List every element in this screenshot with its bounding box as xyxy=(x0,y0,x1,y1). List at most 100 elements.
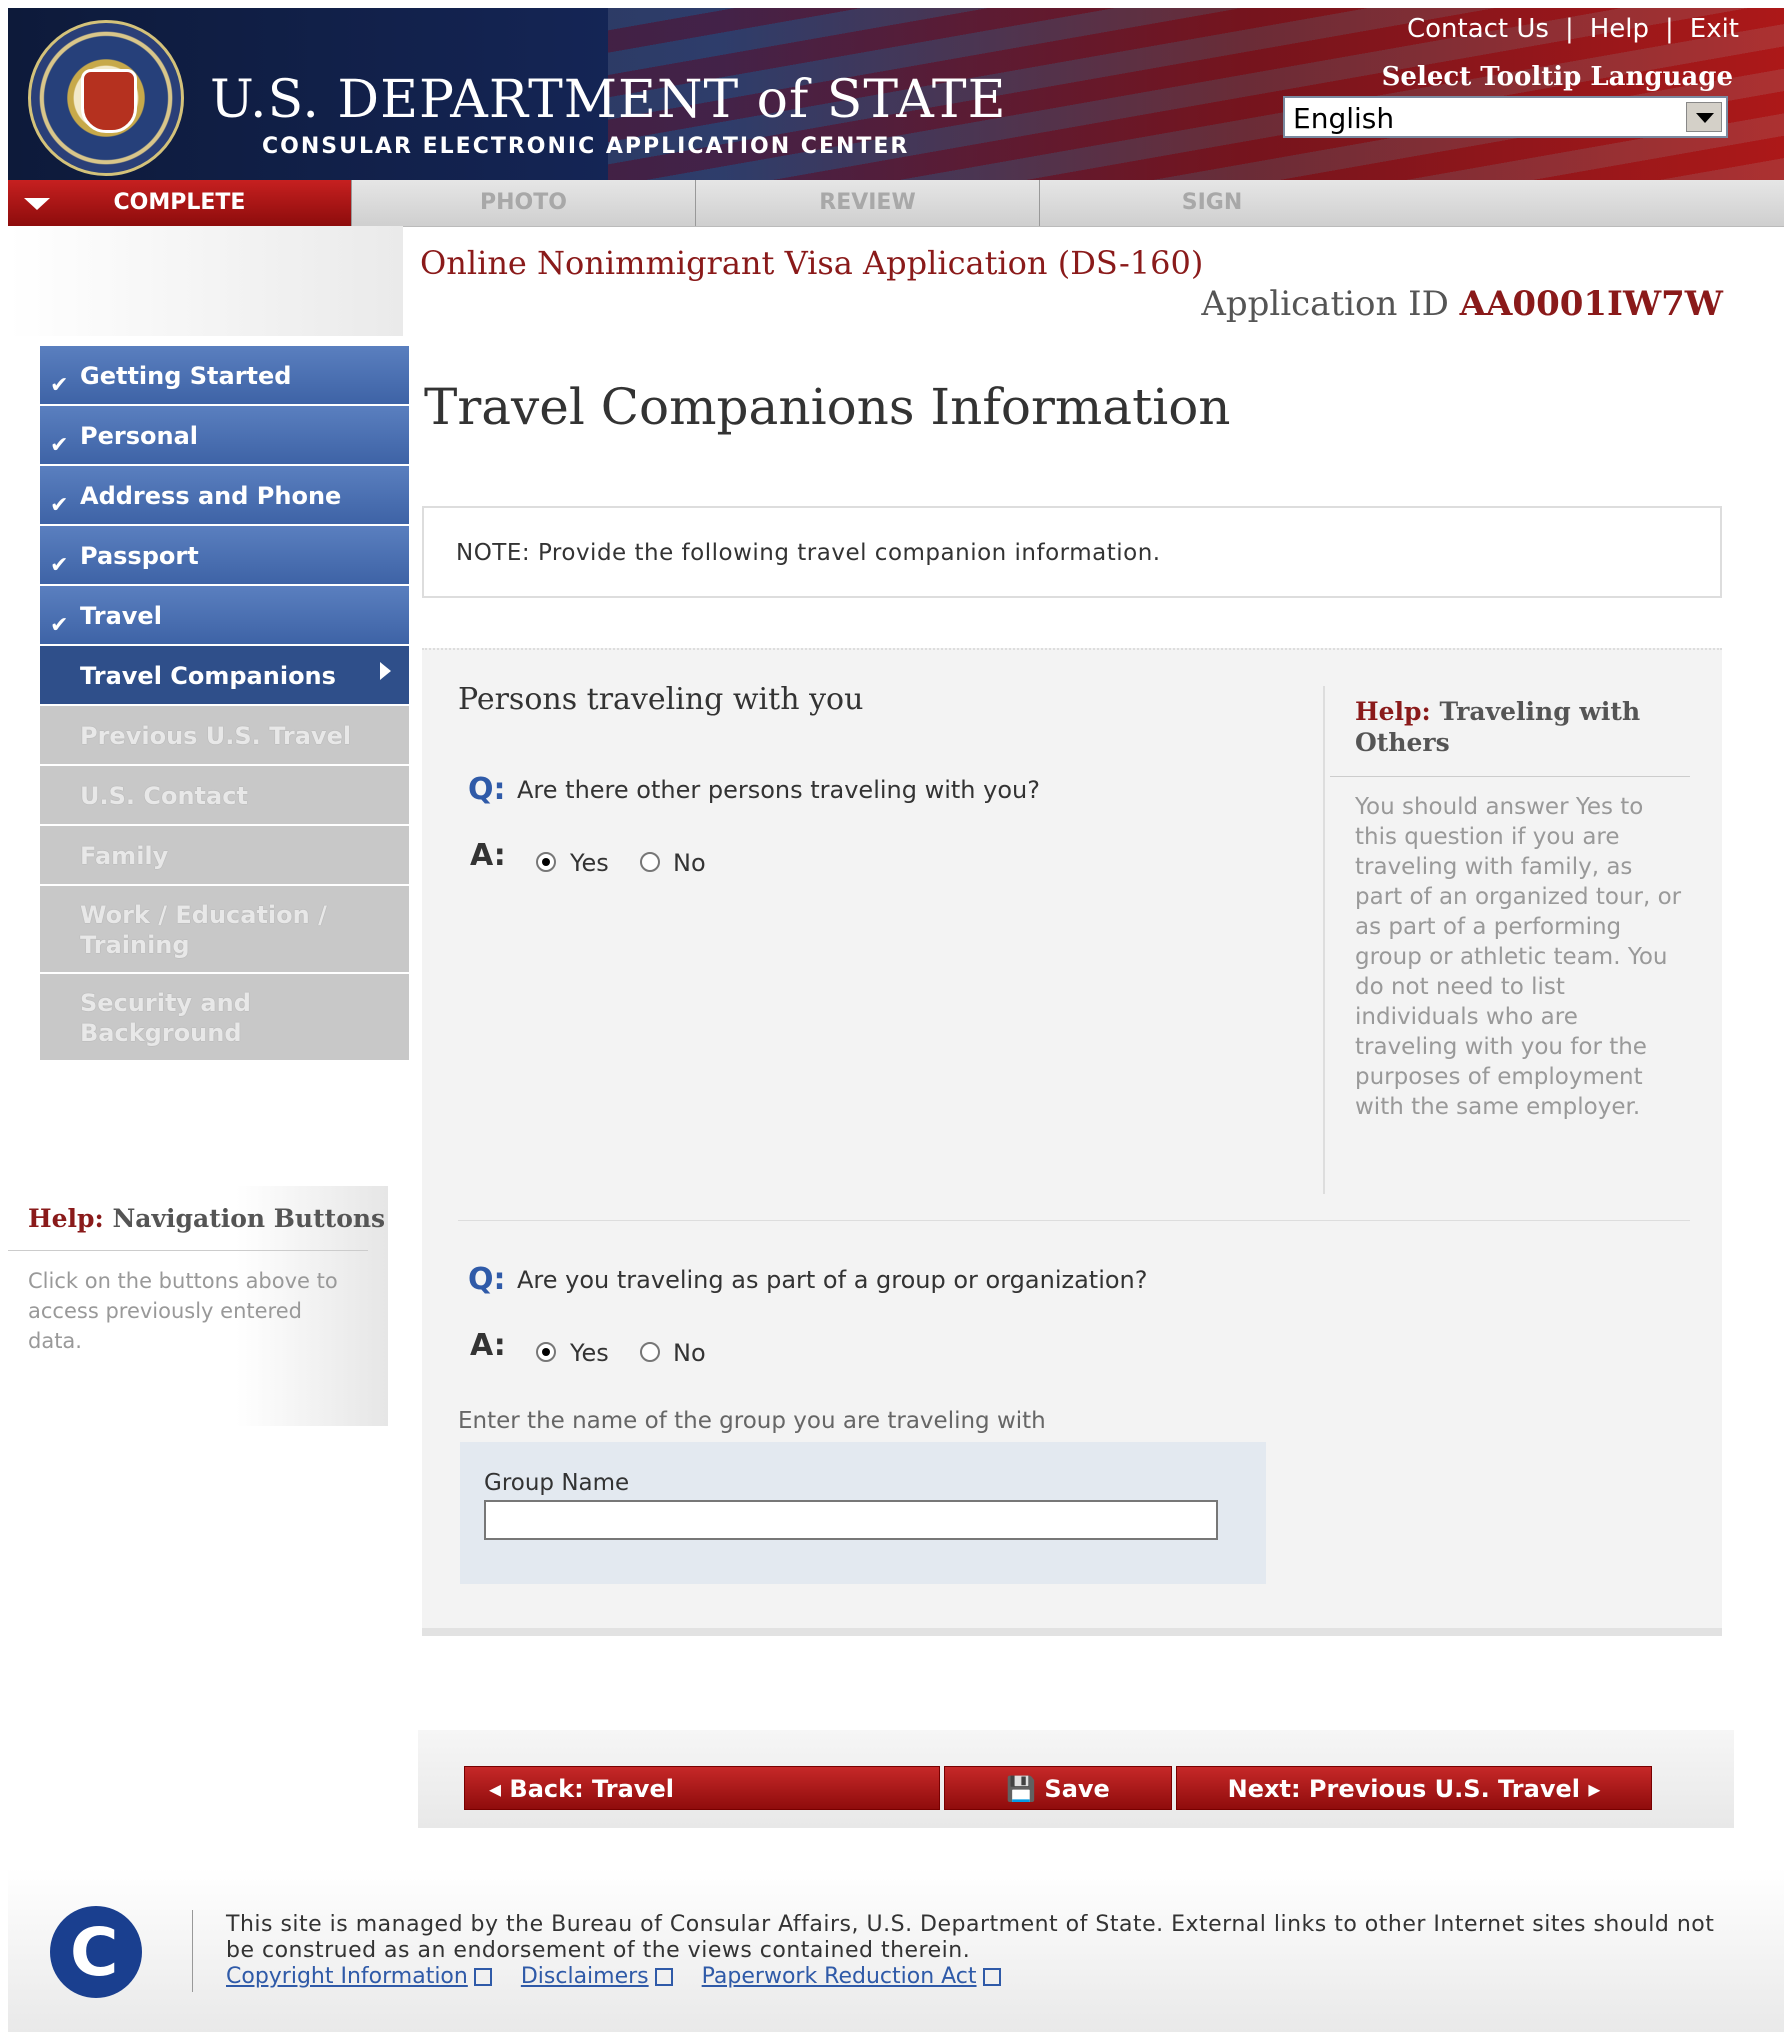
footer-links: Copyright Information Disclaimers Paperw… xyxy=(226,1964,1023,1989)
exit-link[interactable]: Exit xyxy=(1690,14,1739,44)
sidebar-item-work-education-training: Work / Education / Training xyxy=(40,886,409,974)
tooltip-language-label: Select Tooltip Language xyxy=(1381,62,1733,92)
divider xyxy=(192,1910,193,1992)
sidebar-header-fade xyxy=(8,226,403,336)
note-box: NOTE: Provide the following travel compa… xyxy=(422,506,1722,598)
step-sign[interactable]: SIGN xyxy=(1040,180,1384,226)
department-subtitle: CONSULAR ELECTRONIC APPLICATION CENTER xyxy=(262,134,910,159)
copyright-link-label: Copyright Information xyxy=(226,1964,468,1989)
divider xyxy=(8,1250,368,1251)
sidebar-item-label: U.S. Contact xyxy=(80,782,248,810)
sidebar-item-label: Getting Started xyxy=(80,362,292,390)
step-complete[interactable]: COMPLETE xyxy=(8,180,352,226)
external-link-icon xyxy=(982,1968,1001,1986)
sidebar-item-label: Address and Phone xyxy=(80,482,342,510)
step-review-label: REVIEW xyxy=(819,190,916,215)
radio-label-no: No xyxy=(673,1339,706,1367)
radio-label-no: No xyxy=(673,849,706,877)
group-name-input[interactable] xyxy=(484,1500,1218,1540)
sidebar-item-previous-us-travel: Previous U.S. Travel xyxy=(40,706,409,766)
question-text-companions: Are there other persons traveling with y… xyxy=(517,776,1040,804)
department-title: U.S. DEPARTMENT of STATE xyxy=(210,70,1007,130)
department-seal-logo xyxy=(28,20,184,176)
divider xyxy=(458,1220,1690,1221)
sidebar-item-passport[interactable]: ✔ Passport xyxy=(40,526,409,586)
answer-label: A: xyxy=(470,838,506,873)
save-button[interactable]: 💾 Save xyxy=(944,1766,1172,1810)
disclaimers-link-label: Disclaimers xyxy=(520,1964,649,1989)
back-button-label: Back: Travel xyxy=(509,1775,674,1803)
sidebar-item-security-and-background: Security and Background xyxy=(40,974,409,1062)
sidebar-item-travel[interactable]: ✔ Travel xyxy=(40,586,409,646)
dropdown-arrow-icon[interactable] xyxy=(1686,102,1722,132)
external-link-icon xyxy=(654,1968,673,1986)
sidebar-item-label: Security and Background xyxy=(80,989,251,1047)
help-prefix: Help: xyxy=(1355,697,1431,726)
step-review[interactable]: REVIEW xyxy=(696,180,1040,226)
save-disk-icon: 💾 xyxy=(1006,1775,1045,1803)
sidebar-item-label: Travel xyxy=(80,602,162,630)
question-label: Q: xyxy=(468,772,506,807)
section-title: Persons traveling with you xyxy=(458,682,864,717)
tooltip-language-value: English xyxy=(1293,102,1395,135)
sidebar-item-travel-companions[interactable]: Travel Companions xyxy=(40,646,409,706)
step-complete-label: COMPLETE xyxy=(113,190,246,215)
application-id-label: Application ID xyxy=(1201,284,1449,324)
caret-down-icon xyxy=(24,198,50,210)
arrow-left-icon: ◂ xyxy=(489,1775,510,1803)
tooltip-language-select[interactable]: English xyxy=(1283,96,1728,138)
sidebar-item-label: Personal xyxy=(80,422,198,450)
sidebar-item-personal[interactable]: ✔ Personal xyxy=(40,406,409,466)
companions-help-text: You should answer Yes to this question i… xyxy=(1355,794,1682,1120)
question-text-group: Are you traveling as part of a group or … xyxy=(517,1266,1148,1294)
group-name-label: Group Name xyxy=(484,1470,630,1496)
group-yes-radio[interactable] xyxy=(536,1342,556,1362)
answer-label: A: xyxy=(470,1328,506,1363)
next-button[interactable]: Next: Previous U.S. Travel ▸ xyxy=(1176,1766,1652,1810)
form-title: Online Nonimmigrant Visa Application (DS… xyxy=(420,244,1204,282)
step-photo-label: PHOTO xyxy=(480,190,567,215)
sidebar-item-label: Previous U.S. Travel xyxy=(80,722,352,750)
radio-label-yes: Yes xyxy=(570,1339,609,1367)
back-button[interactable]: ◂ Back: Travel xyxy=(464,1766,940,1810)
paperwork-reduction-act-link[interactable]: Paperwork Reduction Act xyxy=(702,1964,1001,1989)
divider xyxy=(1330,776,1690,777)
help-divider xyxy=(1323,686,1325,1194)
sidebar-item-label: Passport xyxy=(80,542,199,570)
navigation-help-title: Help: Navigation Buttons xyxy=(28,1204,385,1233)
sidebar-item-us-contact: U.S. Contact xyxy=(40,766,409,826)
group-hint: Enter the name of the group you are trav… xyxy=(458,1408,1046,1434)
step-tabs: COMPLETE PHOTO REVIEW SIGN xyxy=(8,180,1784,227)
group-no-radio[interactable] xyxy=(640,1342,660,1362)
sidebar-item-label: Family xyxy=(80,842,169,870)
external-link-icon xyxy=(473,1968,492,1986)
consular-affairs-logo: C xyxy=(50,1906,142,1998)
application-id: Application ID AA0001IW7W xyxy=(1201,284,1723,324)
note-text: NOTE: Provide the following travel compa… xyxy=(456,540,1161,566)
step-photo[interactable]: PHOTO xyxy=(352,180,696,226)
application-id-value: AA0001IW7W xyxy=(1459,284,1723,324)
navigation-help-text: Click on the buttons above to access pre… xyxy=(28,1269,338,1353)
next-button-label: Next: Previous U.S. Travel xyxy=(1227,1775,1580,1803)
companions-yes-radio[interactable] xyxy=(536,852,556,872)
arrow-right-icon xyxy=(380,662,391,680)
help-prefix: Help: xyxy=(28,1204,104,1233)
sidebar-item-family: Family xyxy=(40,826,409,886)
arrow-right-icon: ▸ xyxy=(1579,1775,1601,1803)
radio-label-yes: Yes xyxy=(570,849,609,877)
sidebar-item-getting-started[interactable]: ✔ Getting Started xyxy=(40,346,409,406)
save-button-label: Save xyxy=(1044,1775,1110,1803)
footer-text: This site is managed by the Bureau of Co… xyxy=(226,1912,1715,1963)
copyright-link[interactable]: Copyright Information xyxy=(226,1964,492,1989)
question-label: Q: xyxy=(468,1262,506,1297)
help-title-text: Navigation Buttons xyxy=(112,1204,386,1233)
sidebar-item-address-and-phone[interactable]: ✔ Address and Phone xyxy=(40,466,409,526)
disclaimers-link[interactable]: Disclaimers xyxy=(521,1964,673,1989)
companions-no-radio[interactable] xyxy=(640,852,660,872)
page-title: Travel Companions Information xyxy=(424,378,1231,436)
help-link[interactable]: Help xyxy=(1590,14,1649,44)
contact-us-link[interactable]: Contact Us xyxy=(1407,14,1549,44)
sidebar-item-label: Travel Companions xyxy=(80,662,336,690)
top-links: Contact Us | Help | Exit xyxy=(1406,14,1739,44)
sidebar-item-label: Work / Education / Training xyxy=(80,901,327,959)
